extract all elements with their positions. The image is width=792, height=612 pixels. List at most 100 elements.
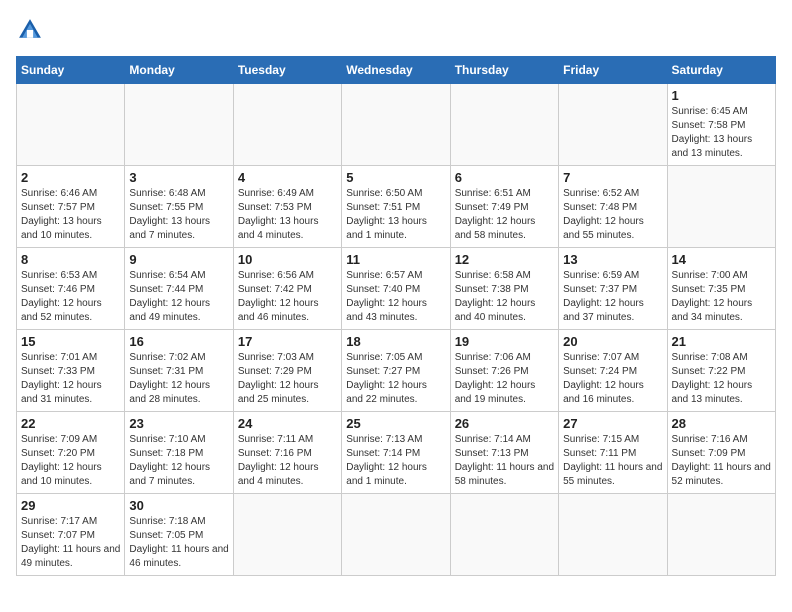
- day-cell: 15Sunrise: 7:01 AM Sunset: 7:33 PM Dayli…: [17, 330, 125, 412]
- day-info: Sunrise: 6:48 AM Sunset: 7:55 PM Dayligh…: [129, 187, 228, 243]
- day-cell: [667, 166, 775, 248]
- day-number: 29: [21, 498, 120, 513]
- header-day-saturday: Saturday: [667, 57, 775, 84]
- day-info: Sunrise: 6:49 AM Sunset: 7:53 PM Dayligh…: [238, 187, 337, 243]
- day-cell: 12 Sunrise: 6:58 AM Sunset: 7:38 PM Dayli…: [450, 248, 558, 330]
- day-cell: [342, 494, 450, 576]
- day-info: Sunrise: 7:05 AM Sunset: 7:27 PM Dayligh…: [346, 351, 445, 407]
- day-info: Sunrise: 6:56 AM Sunset: 7:42 PM Dayligh…: [238, 269, 337, 325]
- day-cell: 6 Sunrise: 6:51 AM Sunset: 7:49 PM Daylig…: [450, 166, 558, 248]
- day-number: 1: [672, 88, 771, 103]
- header-day-monday: Monday: [125, 57, 233, 84]
- day-number: 8: [21, 252, 120, 267]
- day-cell: 19 Sunrise: 7:06 AM Sunset: 7:26 PM Dayli…: [450, 330, 558, 412]
- day-number: 12: [455, 252, 554, 267]
- day-number: 24: [238, 416, 337, 431]
- day-number: 18: [346, 334, 445, 349]
- day-info: Sunrise: 7:00 AM Sunset: 7:35 PM Dayligh…: [672, 269, 771, 325]
- day-number: 20: [563, 334, 662, 349]
- day-cell: 3 Sunrise: 6:48 AM Sunset: 7:55 PM Daylig…: [125, 166, 233, 248]
- day-cell: 5 Sunrise: 6:50 AM Sunset: 7:51 PM Daylig…: [342, 166, 450, 248]
- calendar-header: SundayMondayTuesdayWednesdayThursdayFrid…: [17, 57, 776, 84]
- day-info: Sunrise: 6:46 AM Sunset: 7:57 PM Dayligh…: [21, 187, 120, 243]
- day-info: Sunrise: 6:59 AM Sunset: 7:37 PM Dayligh…: [563, 269, 662, 325]
- day-info: Sunrise: 7:16 AM Sunset: 7:09 PM Dayligh…: [672, 433, 771, 489]
- day-info: Sunrise: 7:09 AM Sunset: 7:20 PM Dayligh…: [21, 433, 120, 489]
- day-number: 22: [21, 416, 120, 431]
- day-number: 19: [455, 334, 554, 349]
- day-cell: 18 Sunrise: 7:05 AM Sunset: 7:27 PM Dayli…: [342, 330, 450, 412]
- day-cell: 26 Sunrise: 7:14 AM Sunset: 7:13 PM Dayli…: [450, 412, 558, 494]
- day-info: Sunrise: 7:03 AM Sunset: 7:29 PM Dayligh…: [238, 351, 337, 407]
- week-row-3: 8 Sunrise: 6:53 AM Sunset: 7:46 PM Daylig…: [17, 248, 776, 330]
- day-cell: 8 Sunrise: 6:53 AM Sunset: 7:46 PM Daylig…: [17, 248, 125, 330]
- day-cell: 9 Sunrise: 6:54 AM Sunset: 7:44 PM Daylig…: [125, 248, 233, 330]
- day-number: 3: [129, 170, 228, 185]
- day-number: 25: [346, 416, 445, 431]
- header-day-tuesday: Tuesday: [233, 57, 341, 84]
- day-number: 11: [346, 252, 445, 267]
- week-row-5: 22 Sunrise: 7:09 AM Sunset: 7:20 PM Dayli…: [17, 412, 776, 494]
- logo: [16, 16, 48, 44]
- day-info: Sunrise: 7:18 AM Sunset: 7:05 PM Dayligh…: [129, 515, 228, 571]
- day-cell: [233, 84, 341, 166]
- day-info: Sunrise: 6:51 AM Sunset: 7:49 PM Dayligh…: [455, 187, 554, 243]
- day-number: 16: [129, 334, 228, 349]
- day-number: 27: [563, 416, 662, 431]
- day-cell: 25Sunrise: 7:13 AM Sunset: 7:14 PM Dayli…: [342, 412, 450, 494]
- day-number: 21: [672, 334, 771, 349]
- day-number: 9: [129, 252, 228, 267]
- day-number: 28: [672, 416, 771, 431]
- day-info: Sunrise: 7:01 AM Sunset: 7:33 PM Dayligh…: [21, 351, 120, 407]
- day-number: 6: [455, 170, 554, 185]
- day-info: Sunrise: 6:53 AM Sunset: 7:46 PM Dayligh…: [21, 269, 120, 325]
- day-cell: 30 Sunrise: 7:18 AM Sunset: 7:05 PM Dayli…: [125, 494, 233, 576]
- day-info: Sunrise: 7:08 AM Sunset: 7:22 PM Dayligh…: [672, 351, 771, 407]
- header-day-sunday: Sunday: [17, 57, 125, 84]
- day-number: 4: [238, 170, 337, 185]
- day-cell: 16Sunrise: 7:02 AM Sunset: 7:31 PM Dayli…: [125, 330, 233, 412]
- day-cell: 21 Sunrise: 7:08 AM Sunset: 7:22 PM Dayli…: [667, 330, 775, 412]
- logo-icon: [16, 16, 44, 44]
- day-cell: [342, 84, 450, 166]
- day-cell: 29 Sunrise: 7:17 AM Sunset: 7:07 PM Dayli…: [17, 494, 125, 576]
- day-cell: [450, 84, 558, 166]
- day-cell: [559, 494, 667, 576]
- day-cell: 2 Sunrise: 6:46 AM Sunset: 7:57 PM Daylig…: [17, 166, 125, 248]
- day-info: Sunrise: 7:17 AM Sunset: 7:07 PM Dayligh…: [21, 515, 120, 571]
- day-info: Sunrise: 6:58 AM Sunset: 7:38 PM Dayligh…: [455, 269, 554, 325]
- day-info: Sunrise: 6:45 AM Sunset: 7:58 PM Dayligh…: [672, 105, 771, 161]
- day-info: Sunrise: 7:15 AM Sunset: 7:11 PM Dayligh…: [563, 433, 662, 489]
- day-cell: [450, 494, 558, 576]
- day-cell: 11 Sunrise: 6:57 AM Sunset: 7:40 PM Dayli…: [342, 248, 450, 330]
- day-info: Sunrise: 7:14 AM Sunset: 7:13 PM Dayligh…: [455, 433, 554, 489]
- day-number: 17: [238, 334, 337, 349]
- day-cell: 14Sunrise: 7:00 AM Sunset: 7:35 PM Dayli…: [667, 248, 775, 330]
- day-number: 7: [563, 170, 662, 185]
- header-day-friday: Friday: [559, 57, 667, 84]
- calendar-body: 1 Sunrise: 6:45 AM Sunset: 7:58 PM Daylig…: [17, 84, 776, 576]
- day-cell: 1 Sunrise: 6:45 AM Sunset: 7:58 PM Daylig…: [667, 84, 775, 166]
- day-cell: 24Sunrise: 7:11 AM Sunset: 7:16 PM Dayli…: [233, 412, 341, 494]
- day-number: 26: [455, 416, 554, 431]
- day-number: 23: [129, 416, 228, 431]
- week-row-4: 15Sunrise: 7:01 AM Sunset: 7:33 PM Dayli…: [17, 330, 776, 412]
- day-info: Sunrise: 7:06 AM Sunset: 7:26 PM Dayligh…: [455, 351, 554, 407]
- header-day-thursday: Thursday: [450, 57, 558, 84]
- day-cell: 13Sunrise: 6:59 AM Sunset: 7:37 PM Dayli…: [559, 248, 667, 330]
- day-cell: [125, 84, 233, 166]
- day-number: 5: [346, 170, 445, 185]
- day-cell: 28 Sunrise: 7:16 AM Sunset: 7:09 PM Dayli…: [667, 412, 775, 494]
- week-row-6: 29 Sunrise: 7:17 AM Sunset: 7:07 PM Dayli…: [17, 494, 776, 576]
- day-number: 2: [21, 170, 120, 185]
- page-header: [16, 16, 776, 44]
- day-info: Sunrise: 6:57 AM Sunset: 7:40 PM Dayligh…: [346, 269, 445, 325]
- day-number: 10: [238, 252, 337, 267]
- day-info: Sunrise: 6:52 AM Sunset: 7:48 PM Dayligh…: [563, 187, 662, 243]
- day-info: Sunrise: 6:54 AM Sunset: 7:44 PM Dayligh…: [129, 269, 228, 325]
- calendar-table: SundayMondayTuesdayWednesdayThursdayFrid…: [16, 56, 776, 576]
- day-info: Sunrise: 6:50 AM Sunset: 7:51 PM Dayligh…: [346, 187, 445, 243]
- day-cell: 7 Sunrise: 6:52 AM Sunset: 7:48 PM Daylig…: [559, 166, 667, 248]
- day-number: 30: [129, 498, 228, 513]
- day-info: Sunrise: 7:10 AM Sunset: 7:18 PM Dayligh…: [129, 433, 228, 489]
